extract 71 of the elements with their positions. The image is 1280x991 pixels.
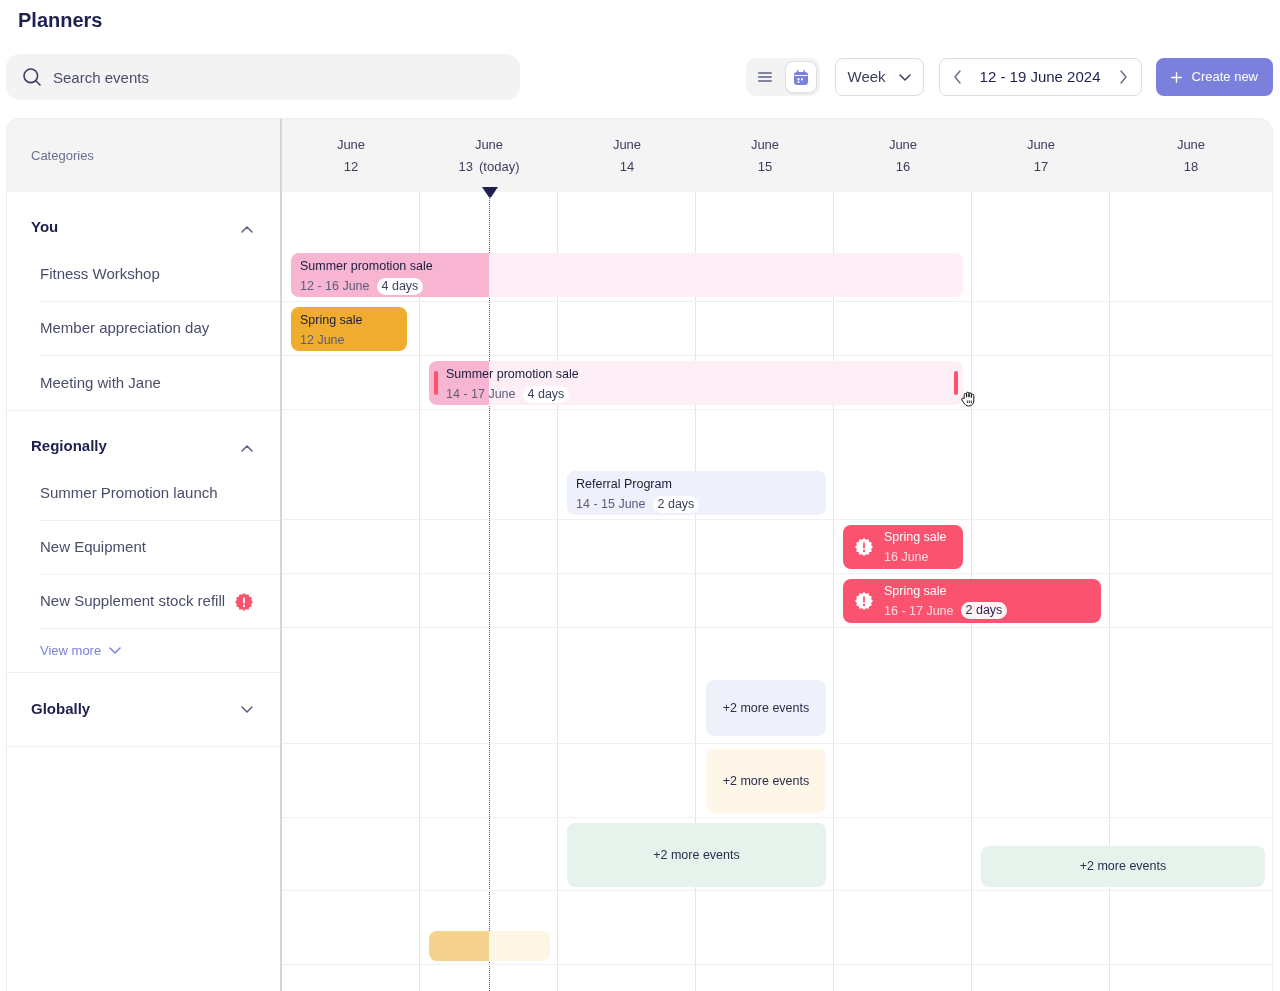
- day-number: 18: [1183, 157, 1199, 176]
- month-label: June: [612, 135, 642, 154]
- category-group-header[interactable]: Regionally: [7, 411, 280, 467]
- category-item[interactable]: Fitness Workshop: [40, 248, 280, 302]
- week-dropdown[interactable]: Week: [834, 58, 924, 96]
- search-icon: [23, 68, 41, 86]
- event-title: Summer promotion sale: [446, 366, 580, 383]
- category-item[interactable]: Meeting with Jane: [40, 356, 280, 410]
- chevron-left-icon: [953, 70, 961, 84]
- alert-icon: [855, 592, 873, 610]
- day-number: 17: [1033, 157, 1049, 176]
- more-events-button[interactable]: +2 more events: [706, 680, 826, 736]
- event-dates: 14 - 17 June: [446, 386, 516, 403]
- category-item[interactable]: Summer Promotion launch: [40, 467, 280, 521]
- event-card[interactable]: Spring sale 12 June: [291, 307, 407, 351]
- month-label: June: [1176, 135, 1206, 154]
- categories-label: Categories: [31, 146, 94, 165]
- category-item[interactable]: New Equipment: [40, 521, 280, 575]
- chevron-down-icon: [898, 73, 911, 81]
- more-events-button[interactable]: +2 more events: [706, 749, 826, 813]
- category-group-header[interactable]: You: [7, 192, 280, 248]
- page-title: Planners: [17, 8, 103, 32]
- event-dates: 12 - 16 June: [300, 278, 370, 295]
- event-dates: 14 - 15 June: [576, 496, 646, 513]
- day-number: 15: [757, 157, 773, 176]
- duration-badge: 4 days: [522, 385, 570, 403]
- event-title: Spring sale: [884, 528, 947, 546]
- day-number: 12: [343, 157, 359, 176]
- view-more-link[interactable]: View more: [40, 640, 122, 661]
- event-title: Summer promotion sale: [300, 258, 434, 275]
- alert-badge-icon: [235, 592, 254, 611]
- today-label: (today): [479, 157, 520, 176]
- month-label: June: [750, 135, 780, 154]
- day-number: 14: [619, 157, 635, 176]
- calendar-view-button[interactable]: [784, 61, 817, 93]
- alert-icon: [855, 538, 873, 556]
- search-field[interactable]: Search events: [6, 54, 520, 100]
- category-item[interactable]: Member appreciation day: [40, 302, 280, 356]
- event-title: Spring sale: [884, 582, 948, 600]
- event-dates: 16 - 17 June: [884, 602, 954, 620]
- list-icon: [757, 72, 772, 82]
- month-label: June: [1026, 135, 1056, 154]
- day-number: 16: [895, 157, 911, 176]
- event-dates: 16 June: [884, 548, 929, 566]
- category-item[interactable]: New Supplement stock refill: [40, 575, 280, 629]
- more-events-button[interactable]: +2 more events: [981, 846, 1265, 887]
- month-label: June: [888, 135, 918, 154]
- chevron-right-icon: [1119, 70, 1127, 84]
- category-group-header[interactable]: Globally: [7, 673, 280, 746]
- chevron-down-icon: [109, 647, 122, 654]
- month-label: June: [474, 135, 504, 154]
- event-title: Spring sale: [300, 312, 364, 329]
- event-title: Referral Program: [576, 476, 673, 493]
- more-events-button[interactable]: +2 more events: [567, 823, 826, 887]
- event-card[interactable]: Summer promotion sale 12 - 16 June 4 days: [291, 253, 963, 297]
- chevron-down-icon: [241, 706, 253, 713]
- month-label: June: [336, 135, 366, 154]
- resize-handle[interactable]: [434, 371, 438, 395]
- event-card[interactable]: Referral Program 14 - 15 June 2 days: [567, 471, 826, 515]
- chevron-up-icon: [241, 226, 253, 233]
- calendar-icon: [793, 69, 808, 85]
- day-number: 13: [458, 157, 473, 176]
- plus-icon: [1170, 71, 1182, 83]
- duration-badge: 2 days: [652, 495, 700, 513]
- duration-badge: 2 days: [960, 602, 1008, 619]
- chevron-up-icon: [241, 445, 253, 452]
- date-range-label: 12 - 19 June 2024: [979, 66, 1101, 87]
- event-dates: 12 June: [300, 332, 345, 349]
- create-new-button[interactable]: Create new: [1155, 58, 1273, 96]
- alert-event-card[interactable]: Spring sale 16 - 17 June 2 days: [843, 579, 1101, 623]
- resize-handle[interactable]: [954, 371, 958, 395]
